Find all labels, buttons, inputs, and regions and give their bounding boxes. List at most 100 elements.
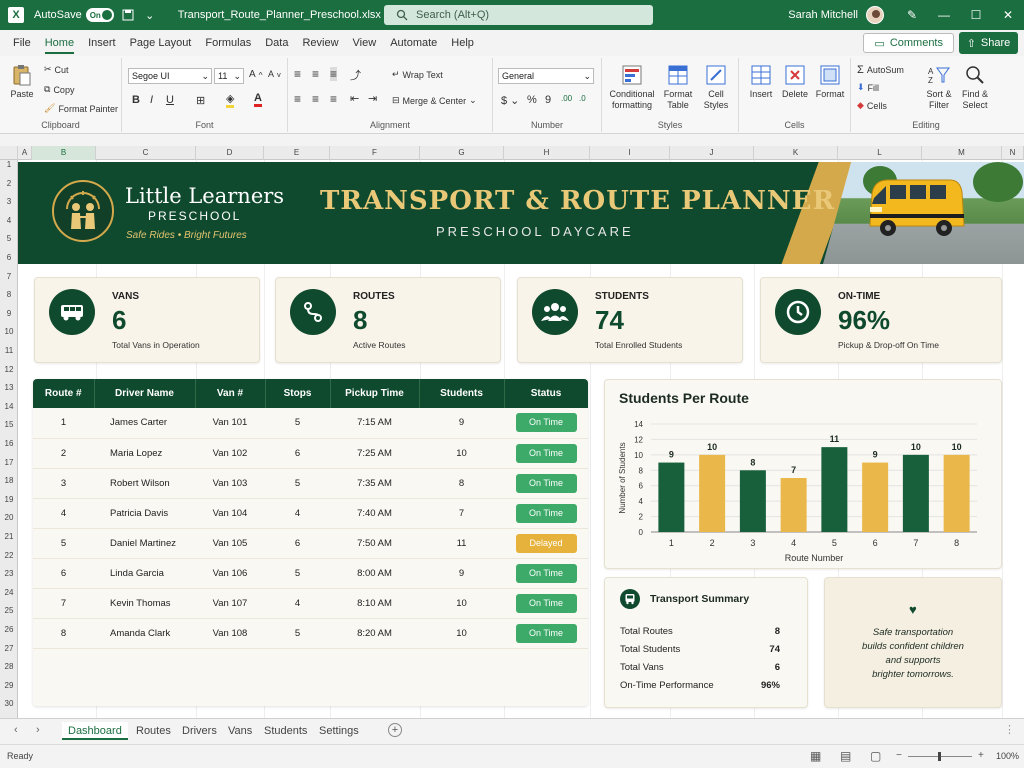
column-heading[interactable]: Students	[419, 379, 505, 408]
tab-automate[interactable]: Automate	[383, 30, 444, 56]
autosave-switch[interactable]: On	[85, 8, 114, 22]
row-header[interactable]: 25	[0, 606, 18, 615]
row-header[interactable]: 29	[0, 681, 18, 690]
table-row[interactable]: 1 James Carter Van 101 5 7:15 AM 9 On Time	[33, 408, 588, 439]
row-header[interactable]: 16	[0, 439, 18, 448]
tab-formulas[interactable]: Formulas	[198, 30, 258, 56]
align-center-icon[interactable]: ≡	[312, 92, 319, 106]
row-header[interactable]: 6	[0, 253, 18, 262]
table-row[interactable]: 7 Kevin Thomas Van 107 4 8:10 AM 10 On Time	[33, 588, 588, 619]
row-header[interactable]: 12	[0, 365, 18, 374]
conditional-formatting-button[interactable]: Conditional formatting	[607, 64, 657, 111]
sheet-tab-students[interactable]: Students	[258, 722, 313, 740]
increase-decimal-icon[interactable]: .00	[561, 94, 572, 103]
tab-help[interactable]: Help	[444, 30, 481, 56]
column-header[interactable]: C	[96, 146, 196, 160]
column-heading[interactable]: Status	[504, 379, 588, 408]
normal-view-icon[interactable]: ▦	[810, 749, 821, 763]
add-sheet-button[interactable]: +	[388, 723, 402, 737]
cell-styles-button[interactable]: Cell Styles	[698, 64, 734, 111]
column-heading[interactable]: Stops	[265, 379, 331, 408]
row-header[interactable]: 27	[0, 644, 18, 653]
row-header[interactable]: 30	[0, 699, 18, 708]
maximize-button[interactable]: ☐	[960, 0, 992, 30]
tab-data[interactable]: Data	[258, 30, 295, 56]
outdent-icon[interactable]: ⇥	[368, 92, 377, 105]
column-header[interactable]: N	[1002, 146, 1024, 160]
column-header[interactable]: A	[18, 146, 32, 160]
column-header[interactable]: F	[330, 146, 420, 160]
align-middle-icon[interactable]: ≡	[312, 67, 319, 81]
column-heading[interactable]: Pickup Time	[330, 379, 420, 408]
zoom-out-icon[interactable]: −	[896, 750, 902, 761]
table-row[interactable]: 2 Maria Lopez Van 102 6 7:25 AM 10 On Time	[33, 438, 588, 469]
wrap-text-button[interactable]: ↵ Wrap Text	[392, 69, 443, 80]
table-row[interactable]: 5 Daniel Martinez Van 105 6 7:50 AM 11 Delayed	[33, 528, 588, 559]
table-row[interactable]: 6 Linda Garcia Van 106 5 8:00 AM 9 On Time	[33, 558, 588, 589]
orientation-icon[interactable]: ⤴	[350, 67, 361, 83]
share-button[interactable]: ⇧ Share	[959, 32, 1018, 54]
row-header[interactable]: 14	[0, 402, 18, 411]
customize-quick-access-icon[interactable]: ⌄	[142, 7, 158, 23]
row-header[interactable]: 18	[0, 476, 18, 485]
format-cells-button[interactable]: Format	[812, 64, 848, 100]
row-header[interactable]: 21	[0, 532, 18, 541]
column-header[interactable]: H	[504, 146, 590, 160]
tab-page-layout[interactable]: Page Layout	[123, 30, 199, 56]
align-right-icon[interactable]: ≡	[330, 92, 337, 106]
copy-button[interactable]: ⧉ Copy	[44, 84, 74, 95]
borders-icon[interactable]: ⊞	[196, 94, 205, 107]
align-bottom-icon[interactable]: ≡	[330, 67, 338, 81]
find-select-button[interactable]: Find & Select	[957, 64, 993, 111]
column-header[interactable]: G	[420, 146, 504, 160]
minimize-button[interactable]: —	[928, 0, 960, 30]
column-heading[interactable]: Route #	[33, 379, 95, 408]
autosum-button[interactable]: Σ AutoSum	[857, 64, 904, 76]
percent-icon[interactable]: %	[527, 94, 537, 106]
row-header[interactable]: 17	[0, 458, 18, 467]
sheet-tab-drivers[interactable]: Drivers	[176, 722, 223, 740]
font-size-select[interactable]: 11 ⌄	[214, 68, 244, 84]
row-header[interactable]: 5	[0, 234, 18, 243]
number-format-select[interactable]: General ⌄	[498, 68, 594, 84]
row-header[interactable]: 1	[0, 160, 18, 169]
row-header[interactable]: 8	[0, 290, 18, 299]
tab-file[interactable]: File	[6, 30, 38, 56]
align-top-icon[interactable]: ≡	[294, 67, 301, 81]
row-header[interactable]: 24	[0, 588, 18, 597]
tabs-options-icon[interactable]: ⋮	[1004, 723, 1015, 736]
decrease-font-button[interactable]: Av	[268, 69, 281, 79]
align-left-icon[interactable]: ≡	[294, 92, 301, 106]
table-row[interactable]: 8 Amanda Clark Van 108 5 8:20 AM 10 On Time	[33, 618, 588, 649]
format-painter-button[interactable]: 🖌 Format Painter	[44, 103, 118, 114]
insert-cells-button[interactable]: Insert	[744, 64, 778, 100]
currency-icon[interactable]: $ ⌄	[501, 94, 519, 107]
increase-font-button[interactable]: A ^	[249, 69, 263, 80]
row-header[interactable]: 23	[0, 569, 18, 578]
clear-button[interactable]: ◆ Cells	[857, 100, 887, 111]
fill-color-button[interactable]: ◈	[226, 92, 235, 108]
sort-filter-button[interactable]: AZ Sort & Filter	[921, 64, 957, 111]
scroll-tabs-right-icon[interactable]: ›	[36, 724, 40, 736]
row-header[interactable]: 3	[0, 197, 18, 206]
column-header[interactable]: J	[670, 146, 754, 160]
search-input[interactable]: Search (Alt+Q)	[384, 5, 653, 25]
select-all-corner[interactable]	[0, 146, 18, 160]
pen-icon[interactable]: ✎	[896, 0, 928, 30]
table-row[interactable]: 3 Robert Wilson Van 103 5 7:35 AM 8 On Time	[33, 468, 588, 499]
sheet-tab-vans[interactable]: Vans	[222, 722, 258, 740]
row-header[interactable]: 22	[0, 551, 18, 560]
row-header[interactable]: 20	[0, 513, 18, 522]
save-icon[interactable]	[120, 7, 136, 23]
autosave-toggle[interactable]: AutoSave On	[34, 8, 114, 22]
underline-button[interactable]: U	[166, 94, 174, 106]
close-button[interactable]: ✕	[992, 0, 1024, 30]
delete-cells-button[interactable]: Delete	[778, 64, 812, 100]
column-header[interactable]: L	[838, 146, 922, 160]
column-heading[interactable]: Driver Name	[94, 379, 196, 408]
zoom-in-icon[interactable]: +	[978, 750, 984, 761]
cut-button[interactable]: ✂ Cut	[44, 64, 69, 75]
sheet-tab-routes[interactable]: Routes	[130, 722, 177, 740]
comma-icon[interactable]: 9	[545, 94, 551, 106]
page-layout-view-icon[interactable]: ▤	[840, 749, 851, 763]
